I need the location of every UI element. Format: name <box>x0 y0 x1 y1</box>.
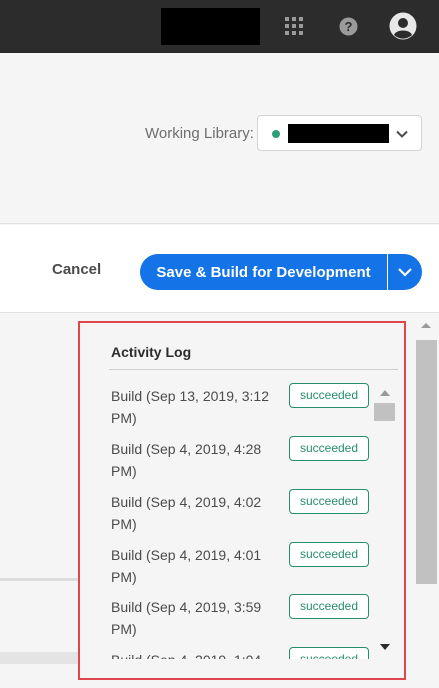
library-bar: Working Library: <box>0 53 439 224</box>
list-item[interactable]: Build (Sep 4, 2019, 4:28 PM) succeeded <box>109 432 379 485</box>
chevron-down-icon <box>398 268 412 277</box>
list-item[interactable]: Build (Sep 4, 2019, 4:02 PM) succeeded <box>109 485 379 538</box>
list-item[interactable]: Build (Sep 4, 2019, 3:59 PM) succeeded <box>109 590 379 643</box>
action-bar: Cancel Save & Build for Development <box>0 225 439 313</box>
help-icon[interactable]: ? <box>339 17 358 36</box>
status-badge: succeeded <box>289 489 369 514</box>
divider <box>109 369 398 370</box>
log-entry-text: Build (Sep 13, 2019, 3:12 PM) <box>111 388 270 426</box>
activity-log-panel: Activity Log Build (Sep 13, 2019, 3:12 P… <box>78 321 406 680</box>
status-badge: succeeded <box>289 542 369 567</box>
log-entry-text: Build (Sep 4, 2019, 4:02 PM) <box>111 494 262 532</box>
status-badge: succeeded <box>289 647 369 659</box>
cancel-button[interactable]: Cancel <box>52 261 101 278</box>
activity-log-scrollbar[interactable] <box>374 383 396 651</box>
log-entry-text: Build (Sep 4, 2019, 3:59 PM) <box>111 599 262 637</box>
list-item[interactable]: Build (Sep 4, 2019, 1:04 PM) succeeded <box>109 643 379 659</box>
global-header: ? <box>0 0 439 53</box>
chevron-down-icon <box>396 130 408 138</box>
divider <box>0 578 80 581</box>
list-item[interactable]: Build (Sep 4, 2019, 4:01 PM) succeeded <box>109 538 379 591</box>
status-badge: succeeded <box>289 436 369 461</box>
divider <box>0 652 80 664</box>
list-item[interactable]: Build (Sep 13, 2019, 3:12 PM) succeeded <box>109 379 379 432</box>
save-options-dropdown-button[interactable] <box>388 254 422 290</box>
status-badge: succeeded <box>289 594 369 619</box>
working-library-label: Working Library: <box>145 125 254 142</box>
scroll-down-arrow-icon[interactable] <box>379 643 391 651</box>
status-dot-icon <box>272 130 280 138</box>
svg-text:?: ? <box>345 19 353 34</box>
user-avatar-icon[interactable] <box>389 12 417 40</box>
page-scrollbar[interactable] <box>416 340 437 584</box>
log-entry-text: Build (Sep 4, 2019, 1:04 PM) <box>111 649 276 659</box>
scrollbar-thumb[interactable] <box>374 403 395 421</box>
log-entry-text: Build (Sep 4, 2019, 4:28 PM) <box>111 441 262 479</box>
apps-grid-icon[interactable] <box>284 16 304 36</box>
redacted-org-name <box>161 8 260 45</box>
log-entry-text: Build (Sep 4, 2019, 4:01 PM) <box>111 547 262 585</box>
status-badge: succeeded <box>289 383 369 408</box>
save-and-build-button[interactable]: Save & Build for Development <box>140 254 387 290</box>
scroll-up-arrow-icon[interactable] <box>419 320 433 330</box>
redacted-library-name <box>288 124 389 143</box>
activity-log-title: Activity Log <box>111 344 192 360</box>
scroll-up-arrow-icon[interactable] <box>379 389 391 397</box>
working-library-select[interactable] <box>257 115 422 151</box>
activity-log-list[interactable]: Build (Sep 13, 2019, 3:12 PM) succeeded … <box>109 379 399 659</box>
